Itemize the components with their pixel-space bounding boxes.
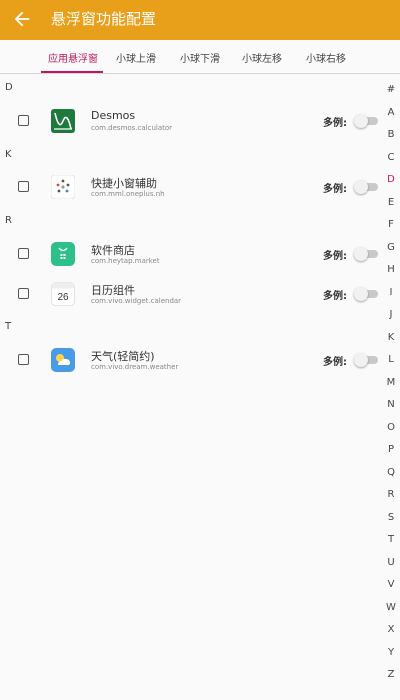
page-title: 悬浮窗功能配置 bbox=[51, 10, 157, 28]
section-header-k: K bbox=[5, 149, 12, 160]
index-letter-p[interactable]: P bbox=[382, 444, 400, 455]
index-letter-hash[interactable]: # bbox=[382, 84, 400, 95]
weather-icon bbox=[51, 348, 75, 372]
app-store-icon bbox=[51, 242, 75, 266]
app-row-desmos[interactable]: Desmos com.desmos.calculator 多例: bbox=[0, 107, 400, 137]
index-letter-g[interactable]: G bbox=[382, 242, 400, 253]
app-package: com.vivo.dream.weather bbox=[91, 363, 179, 371]
index-letter-h[interactable]: H bbox=[382, 264, 400, 275]
tab-ball-move-right[interactable]: 小球右移 bbox=[306, 50, 346, 65]
app-package: com.heytap.market bbox=[91, 257, 160, 265]
tab-ball-swipe-down[interactable]: 小球下滑 bbox=[180, 50, 220, 65]
tab-app-floating-window[interactable]: 应用悬浮窗 bbox=[48, 50, 98, 65]
app-package: com.vivo.widget.calendar bbox=[91, 297, 182, 305]
app-checkbox[interactable] bbox=[18, 181, 29, 192]
index-letter-a[interactable]: A bbox=[382, 107, 400, 118]
index-letter-t[interactable]: T bbox=[382, 534, 400, 545]
tab-ball-swipe-up[interactable]: 小球上滑 bbox=[116, 50, 156, 65]
index-letter-k[interactable]: K bbox=[382, 332, 400, 343]
section-header-t: T bbox=[5, 321, 12, 332]
multi-instance-toggle[interactable] bbox=[354, 287, 378, 301]
app-package: com.desmos.calculator bbox=[91, 124, 173, 132]
app-row-quick-window[interactable]: 快捷小窗辅助 com.mml.oneplus.nh 多例: bbox=[0, 173, 400, 203]
app-row-calendar[interactable]: 26 日历组件 com.vivo.widget.calendar 多例: bbox=[0, 280, 400, 310]
multi-instance-toggle[interactable] bbox=[354, 353, 378, 367]
app-checkbox[interactable] bbox=[18, 288, 29, 299]
multi-instance-toggle[interactable] bbox=[354, 180, 378, 194]
tab-indicator bbox=[41, 71, 103, 73]
index-letter-f[interactable]: F bbox=[382, 219, 400, 230]
index-letter-z[interactable]: Z bbox=[382, 669, 400, 680]
app-name: 天气(轻简约) bbox=[91, 350, 155, 363]
quick-window-icon bbox=[51, 175, 75, 199]
tab-ball-move-left[interactable]: 小球左移 bbox=[242, 50, 282, 65]
index-letter-w[interactable]: W bbox=[382, 602, 400, 613]
index-letter-b[interactable]: B bbox=[382, 129, 400, 140]
app-name: 软件商店 bbox=[91, 244, 135, 257]
multi-instance-label: 多例: bbox=[323, 291, 347, 302]
index-letter-x[interactable]: X bbox=[382, 624, 400, 635]
app-checkbox[interactable] bbox=[18, 354, 29, 365]
multi-instance-label: 多例: bbox=[323, 184, 347, 195]
index-letter-o[interactable]: O bbox=[382, 422, 400, 433]
index-letter-y[interactable]: Y bbox=[382, 647, 400, 658]
multi-instance-toggle[interactable] bbox=[354, 247, 378, 261]
app-row-app-store[interactable]: 软件商店 com.heytap.market 多例: bbox=[0, 240, 400, 270]
index-letter-m[interactable]: M bbox=[382, 377, 400, 388]
app-row-weather[interactable]: 天气(轻简约) com.vivo.dream.weather 多例: bbox=[0, 346, 400, 376]
app-name: 快捷小窗辅助 bbox=[91, 177, 157, 190]
index-letter-r[interactable]: R bbox=[382, 489, 400, 500]
index-letter-n[interactable]: N bbox=[382, 399, 400, 410]
index-letter-e[interactable]: E bbox=[382, 197, 400, 208]
index-letter-v[interactable]: V bbox=[382, 579, 400, 590]
section-header-r: R bbox=[5, 215, 12, 226]
multi-instance-label: 多例: bbox=[323, 357, 347, 368]
app-package: com.mml.oneplus.nh bbox=[91, 190, 165, 198]
calendar-icon-day: 26 bbox=[57, 292, 69, 303]
index-letter-c[interactable]: C bbox=[382, 152, 400, 163]
index-letter-i[interactable]: I bbox=[382, 287, 400, 298]
app-bar: 悬浮窗功能配置 bbox=[0, 0, 400, 40]
multi-instance-label: 多例: bbox=[323, 251, 347, 262]
app-name: 日历组件 bbox=[91, 284, 135, 297]
index-letter-s[interactable]: S bbox=[382, 512, 400, 523]
index-letter-l[interactable]: L bbox=[382, 354, 400, 365]
arrow-left-icon[interactable] bbox=[11, 8, 33, 30]
tab-bar: 应用悬浮窗 小球上滑 小球下滑 小球左移 小球右移 bbox=[0, 40, 400, 74]
multi-instance-toggle[interactable] bbox=[354, 114, 378, 128]
index-letter-q[interactable]: Q bbox=[382, 467, 400, 478]
desmos-icon bbox=[51, 109, 75, 133]
index-letter-u[interactable]: U bbox=[382, 557, 400, 568]
multi-instance-label: 多例: bbox=[323, 118, 347, 129]
calendar-icon: 26 bbox=[51, 282, 75, 306]
index-letter-d[interactable]: D bbox=[382, 174, 400, 185]
section-header-d: D bbox=[5, 82, 13, 93]
app-checkbox[interactable] bbox=[18, 248, 29, 259]
app-name: Desmos bbox=[91, 109, 136, 122]
index-letter-j[interactable]: J bbox=[382, 309, 400, 320]
app-checkbox[interactable] bbox=[18, 115, 29, 126]
